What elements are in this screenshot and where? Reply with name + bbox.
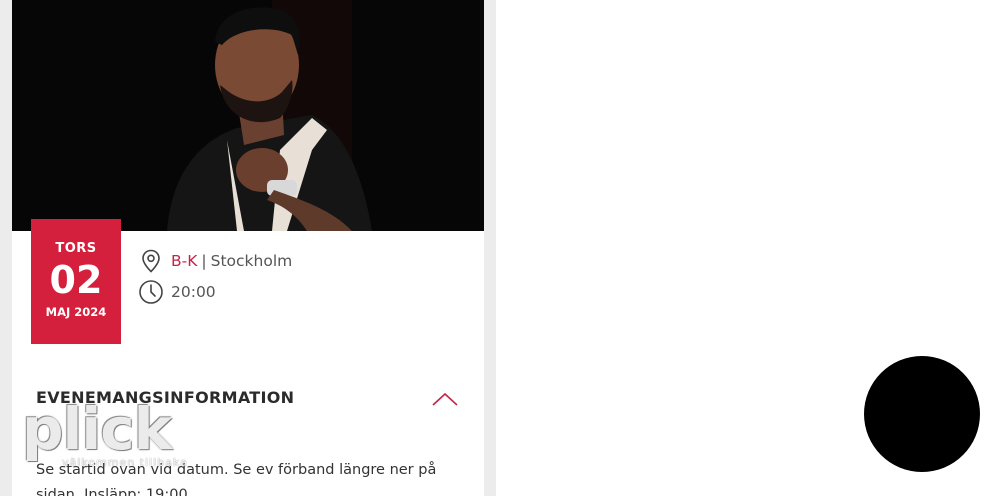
- event-hero-image: [12, 0, 484, 231]
- event-info-heading[interactable]: EVENEMANGSINFORMATION: [36, 388, 294, 407]
- clock-icon: [138, 279, 164, 305]
- location-separator: |: [201, 252, 207, 270]
- venue-link[interactable]: B-K: [171, 252, 197, 270]
- right-gutter: [484, 0, 496, 496]
- event-info-description: Se startid ovan vid datum. Se ev förband…: [36, 462, 437, 496]
- event-location-row: B-K | Stockholm: [138, 248, 292, 274]
- map-pin-icon: [138, 248, 164, 274]
- event-date-badge: TORS 02 MAJ 2024: [31, 219, 121, 344]
- event-time-row: 20:00: [138, 279, 216, 305]
- event-day: 02: [49, 258, 103, 302]
- event-weekday: TORS: [55, 241, 97, 256]
- chevron-up-icon[interactable]: [430, 388, 460, 412]
- event-city: Stockholm: [210, 252, 293, 270]
- event-card: TORS 02 MAJ 2024 B-K | Stockholm 20:00 E…: [12, 0, 484, 496]
- event-month-year: MAJ 2024: [45, 305, 107, 319]
- event-time: 20:00: [171, 283, 216, 301]
- floating-action-button[interactable]: [864, 356, 980, 472]
- left-gutter: [0, 0, 12, 496]
